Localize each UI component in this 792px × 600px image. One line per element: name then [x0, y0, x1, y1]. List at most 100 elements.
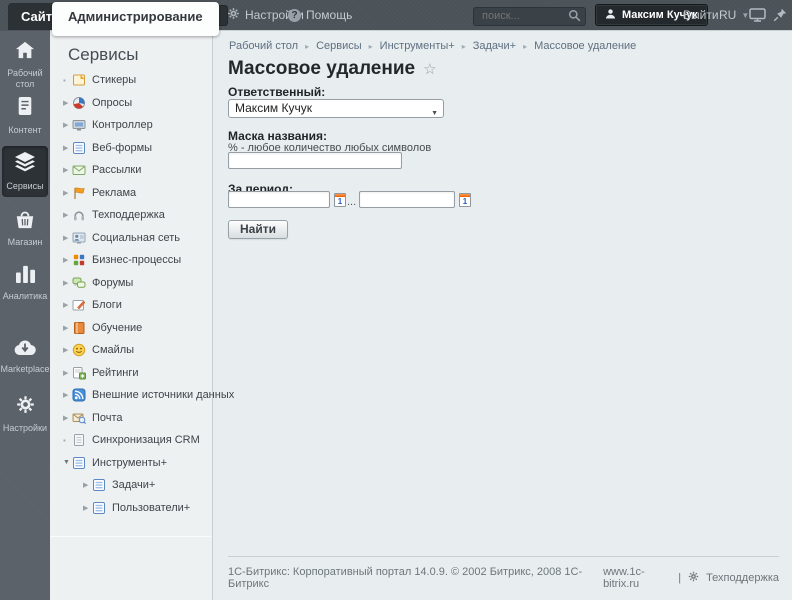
sidebar-divider	[50, 536, 212, 537]
newsletters-icon	[72, 163, 86, 177]
rail-item-label: Рабочий стол	[7, 68, 43, 89]
sidebar-item-social[interactable]: ▶ Социальная сеть	[50, 227, 212, 250]
period-from-input[interactable]	[228, 191, 330, 208]
rail-item-store[interactable]: Магазин	[0, 209, 50, 248]
sidebar-item-label: Бизнес-процессы	[92, 254, 182, 267]
sidebar-item-bizproc[interactable]: ▶ Бизнес-процессы	[50, 249, 212, 272]
sidebar-item-label: Почта	[92, 411, 123, 424]
expand-arrow-icon[interactable]: ▶	[63, 144, 72, 152]
document-icon	[16, 96, 34, 118]
expand-arrow-icon[interactable]: ▶	[63, 346, 72, 354]
sidebar-item-newsletters[interactable]: ▶ Рассылки	[50, 159, 212, 182]
expand-arrow-icon[interactable]: ▼	[63, 459, 72, 466]
stickers-icon	[72, 73, 86, 87]
main-content: Рабочий стол ▸ Сервисы ▸ Инструменты+ ▸ Задачи…	[214, 30, 792, 600]
expand-arrow-icon[interactable]: ▶	[63, 324, 72, 332]
sidebar-item-smiles[interactable]: ▶ Смайлы	[50, 339, 212, 362]
expand-arrow-icon[interactable]: ▶	[63, 414, 72, 422]
rail-item-services[interactable]: Сервисы	[2, 146, 48, 197]
sidebar-item-advertising[interactable]: ▶ Реклама	[50, 182, 212, 205]
sidebar-item-learning[interactable]: ▶ Обучение	[50, 317, 212, 340]
sidebar-item-webforms[interactable]: ▶ Веб-формы	[50, 137, 212, 160]
expand-arrow-icon[interactable]: ▶	[63, 256, 72, 264]
sidebar-item-ratings[interactable]: ▶ Рейтинги	[50, 362, 212, 385]
sidebar-item-tasks[interactable]: ▶ Задачи+	[50, 474, 212, 497]
sidebar-item-support[interactable]: ▶ Техподдержка	[50, 204, 212, 227]
expand-arrow-icon[interactable]: ▶	[83, 481, 92, 489]
expand-arrow-icon[interactable]: ▶	[63, 121, 72, 129]
sidebar-item-label: Внешние источники данных	[92, 389, 235, 402]
polls-icon	[72, 96, 86, 110]
expand-arrow-icon[interactable]: ▶	[63, 166, 72, 174]
logout-link[interactable]: Выйти	[683, 0, 719, 30]
responsible-select[interactable]: Максим Кучук ▼	[228, 99, 444, 118]
bizproc-icon	[72, 253, 86, 267]
desktop-view-icon[interactable]	[749, 8, 766, 27]
expand-arrow-icon[interactable]: ▶	[63, 279, 72, 287]
sidebar-item-controller[interactable]: ▶ Контроллер	[50, 114, 212, 137]
calendar-icon[interactable]	[459, 193, 471, 207]
rail-item-settings[interactable]: Настройки	[0, 394, 50, 434]
expand-arrow-icon[interactable]: ▶	[63, 301, 72, 309]
sidebar-item-label: Блоги	[92, 299, 122, 312]
tasks-icon	[92, 478, 106, 492]
rail-item-analytics[interactable]: Аналитика	[0, 264, 50, 302]
smiles-icon	[72, 343, 86, 357]
expand-arrow-icon[interactable]: ▶	[63, 189, 72, 197]
rail-item-label: Marketplace	[0, 364, 50, 374]
expand-arrow-icon[interactable]: ▶	[63, 391, 72, 399]
left-icon-rail: Рабочий стол Контент Сервисы Магазин Аналити…	[0, 30, 50, 600]
sidebar-item-label: Веб-формы	[92, 141, 153, 154]
breadcrumb-separator-icon: ▸	[305, 41, 310, 51]
top-bar: Сайт Администрирование 2 Настройки ? Пом…	[0, 0, 792, 36]
breadcrumb-link[interactable]: Задачи+	[473, 40, 516, 52]
sidebar-item-label: Реклама	[92, 186, 137, 199]
breadcrumb-link[interactable]: Массовое удаление	[534, 40, 636, 52]
sidebar-item-tools[interactable]: ▼ Инструменты+	[50, 452, 212, 475]
blogs-icon	[72, 298, 86, 312]
page-title-text: Массовое удаление	[228, 58, 416, 79]
sidebar-item-stickers[interactable]: ▪ Стикеры	[50, 69, 212, 92]
mask-input[interactable]	[228, 152, 402, 169]
search-icon	[568, 9, 581, 27]
layers-icon	[13, 152, 37, 174]
bullet-icon: ▪	[63, 75, 66, 85]
favorite-star-icon[interactable]: ☆	[423, 61, 436, 78]
find-button[interactable]: Найти	[228, 220, 288, 239]
sidebar-item-blogs[interactable]: ▶ Блоги	[50, 294, 212, 317]
tab-admin[interactable]: Администрирование	[52, 2, 219, 36]
sidebar-item-external-data[interactable]: ▶ Внешние источники данных	[50, 384, 234, 407]
sidebar-title: Сервисы	[68, 45, 139, 64]
period-to-input[interactable]	[359, 191, 455, 208]
breadcrumb-link[interactable]: Инструменты+	[380, 40, 455, 52]
advertising-icon	[72, 186, 86, 200]
rail-item-desktop[interactable]: Рабочий стол	[0, 40, 50, 90]
responsible-label: Ответственный:	[228, 85, 326, 99]
expand-arrow-icon[interactable]: ▶	[63, 369, 72, 377]
calendar-icon[interactable]	[334, 193, 346, 207]
expand-arrow-icon[interactable]: ▶	[63, 99, 72, 107]
sidebar-item-mail[interactable]: ▶ Почта	[50, 407, 212, 430]
expand-arrow-icon[interactable]: ▶	[63, 211, 72, 219]
sidebar-item-users[interactable]: ▶ Пользователи+	[50, 497, 212, 520]
footer-support-link[interactable]: Техподдержка	[706, 572, 779, 584]
topbar-help-button[interactable]: ? Помощь	[288, 0, 352, 30]
sidebar-item-label: Социальная сеть	[92, 231, 180, 244]
breadcrumb-link[interactable]: Рабочий стол	[229, 40, 298, 52]
rail-item-marketplace[interactable]: Marketplace	[0, 339, 50, 375]
topbar-help-label: Помощь	[306, 8, 353, 22]
expand-arrow-icon[interactable]: ▶	[63, 234, 72, 242]
sidebar-item-polls[interactable]: ▶ Опросы	[50, 92, 212, 115]
footer-site-link[interactable]: www.1c-bitrix.ru	[603, 566, 671, 590]
pin-icon[interactable]	[773, 8, 787, 27]
breadcrumb-link[interactable]: Сервисы	[316, 40, 362, 52]
sidebar-item-label: Рейтинги	[92, 366, 139, 379]
sidebar-item-crm-sync[interactable]: ▪ Синхронизация CRM	[50, 429, 212, 452]
rail-item-content[interactable]: Контент	[0, 96, 50, 136]
language-dropdown[interactable]: RU ▼	[719, 0, 749, 30]
expand-arrow-icon[interactable]: ▶	[83, 504, 92, 512]
sidebar-item-forums[interactable]: ▶ Форумы	[50, 272, 212, 295]
footer: 1С-Битрикс: Корпоративный портал 14.0.9.…	[228, 566, 779, 590]
sidebar-panel: Сервисы ▪ Стикеры ▶ Опросы ▶ Контроллер ▶ Веб-ф…	[50, 30, 234, 600]
rail-item-label: Контент	[8, 125, 42, 135]
